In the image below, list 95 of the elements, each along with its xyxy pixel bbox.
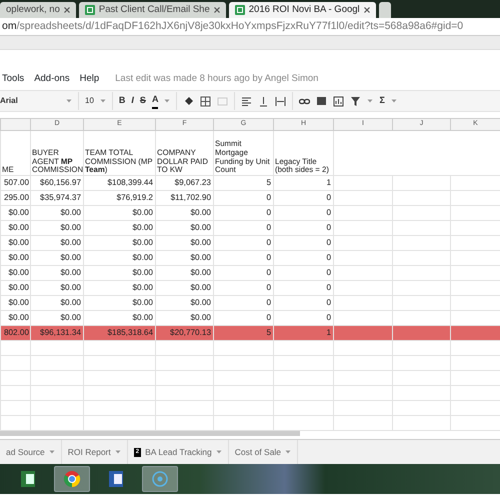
table-cell: $11,702.90 bbox=[156, 190, 214, 206]
browser-icon[interactable] bbox=[62, 469, 82, 489]
table-cell: 0 bbox=[214, 296, 274, 310]
text-wrap-icon[interactable] bbox=[275, 96, 286, 106]
table-cell: 1 bbox=[274, 176, 334, 190]
table-cell: $76,919.2 bbox=[84, 190, 156, 206]
table-cell: 507.00 bbox=[0, 176, 30, 190]
table-cell: $0.00 bbox=[30, 236, 84, 250]
table-cell: 0 bbox=[274, 250, 334, 266]
table-cell: $0.00 bbox=[84, 266, 156, 280]
sheets-icon bbox=[84, 5, 95, 15]
table-cell: 295.00 bbox=[0, 190, 30, 206]
close-icon[interactable] bbox=[364, 7, 370, 13]
table-cell: $0.00 bbox=[30, 296, 84, 310]
table-cell: $0.00 bbox=[156, 266, 214, 280]
table-cell: $60,156.97 bbox=[30, 176, 84, 190]
table-cell: 0 bbox=[274, 206, 334, 220]
table-cell: $0.00 bbox=[156, 236, 214, 250]
table-cell: 5 bbox=[214, 326, 274, 340]
table-cell: $0.00 bbox=[84, 236, 156, 250]
table-cell: 0 bbox=[214, 190, 274, 206]
table-cell: $0.00 bbox=[0, 220, 30, 236]
table-cell: $0.00 bbox=[84, 280, 156, 296]
close-icon[interactable] bbox=[64, 7, 70, 13]
table-cell: $0.00 bbox=[156, 280, 214, 296]
caret-icon[interactable] bbox=[164, 98, 170, 104]
last-edit-link[interactable]: Last edit was made 8 hours ago by Angel Simon bbox=[115, 72, 318, 86]
strikethrough-button[interactable]: S bbox=[140, 94, 146, 108]
caret-icon[interactable] bbox=[390, 98, 397, 104]
sheets-icon bbox=[234, 5, 245, 15]
table-cell: $0.00 bbox=[84, 296, 156, 310]
italic-button[interactable]: I bbox=[131, 94, 134, 108]
table-cell: $0.00 bbox=[0, 236, 30, 250]
align-icon[interactable] bbox=[241, 96, 252, 106]
table-cell: $0.00 bbox=[156, 220, 214, 236]
browser-tab[interactable]: Past Client Call/Email She bbox=[78, 2, 226, 18]
table-cell: $96,131.34 bbox=[30, 326, 84, 340]
table-cell: $35,974.37 bbox=[30, 190, 84, 206]
table-cell: $9,067.23 bbox=[156, 176, 214, 190]
menu-item[interactable]: Add-ons bbox=[34, 72, 70, 86]
table-cell: 0 bbox=[214, 220, 274, 236]
font-select[interactable]: Arial bbox=[0, 95, 60, 107]
table-cell: 0 bbox=[274, 266, 334, 280]
table-cell: $0.00 bbox=[156, 250, 214, 266]
table-cell: $0.00 bbox=[156, 206, 214, 220]
vertical-align-icon[interactable] bbox=[258, 96, 270, 106]
table-cell: 0 bbox=[274, 190, 334, 206]
table-cell: $0.00 bbox=[30, 206, 84, 220]
menu-item[interactable]: Tools bbox=[2, 72, 24, 86]
table-cell: 0 bbox=[274, 280, 334, 296]
caret-icon[interactable] bbox=[100, 98, 106, 104]
table-cell: $0.00 bbox=[0, 280, 30, 296]
table-cell: $0.00 bbox=[30, 280, 84, 296]
text-color-button[interactable]: A bbox=[152, 93, 158, 109]
caret-icon[interactable] bbox=[66, 98, 72, 104]
table-cell: 0 bbox=[214, 236, 274, 250]
table-cell: 0 bbox=[214, 280, 274, 296]
menu-item[interactable]: Help bbox=[80, 72, 100, 86]
table-cell: $108,399.44 bbox=[84, 176, 156, 190]
spreadsheet-app-icon[interactable] bbox=[18, 469, 38, 489]
filter-icon[interactable] bbox=[350, 96, 362, 106]
caret-icon[interactable] bbox=[367, 98, 374, 104]
table-cell: $0.00 bbox=[84, 206, 156, 220]
table-cell: $0.00 bbox=[84, 220, 156, 236]
table-cell: $0.00 bbox=[0, 296, 30, 310]
table-cell: 0 bbox=[214, 206, 274, 220]
font-size-select[interactable]: 10 bbox=[85, 95, 94, 107]
borders-icon[interactable] bbox=[200, 96, 212, 106]
browser-tab[interactable]: oplework, no bbox=[0, 2, 76, 18]
table-cell: 5 bbox=[214, 176, 274, 190]
table-cell: $0.00 bbox=[30, 250, 84, 266]
table-cell: $0.00 bbox=[30, 266, 84, 280]
table-cell: 0 bbox=[274, 236, 334, 250]
table-cell: $0.00 bbox=[84, 250, 156, 266]
table-cell: $185,318.64 bbox=[84, 326, 156, 340]
scrollbar[interactable] bbox=[0, 431, 300, 436]
table-cell: 0 bbox=[274, 220, 334, 236]
table-cell: 0 bbox=[214, 266, 274, 280]
chart-icon[interactable] bbox=[333, 96, 344, 106]
sum-button[interactable]: Σ bbox=[379, 94, 385, 108]
table-cell: $0.00 bbox=[156, 296, 214, 310]
table-cell: $0.00 bbox=[0, 266, 30, 280]
table-cell: $20,770.13 bbox=[156, 326, 214, 340]
table-cell: 0 bbox=[214, 250, 274, 266]
new-tab-button[interactable] bbox=[378, 2, 391, 18]
browser-tab[interactable]: 2016 ROI Novi BA - Googl bbox=[228, 2, 376, 18]
table-cell: $0.00 bbox=[0, 250, 30, 266]
close-icon[interactable] bbox=[214, 7, 220, 13]
table-cell: 802.00 bbox=[0, 326, 30, 340]
document-app-icon[interactable] bbox=[106, 469, 126, 489]
table-cell: $0.00 bbox=[30, 220, 84, 236]
table-cell: 0 bbox=[274, 296, 334, 310]
table-cell: $0.00 bbox=[0, 206, 30, 220]
bold-button[interactable]: B bbox=[118, 94, 126, 108]
table-cell: 1 bbox=[274, 326, 334, 340]
